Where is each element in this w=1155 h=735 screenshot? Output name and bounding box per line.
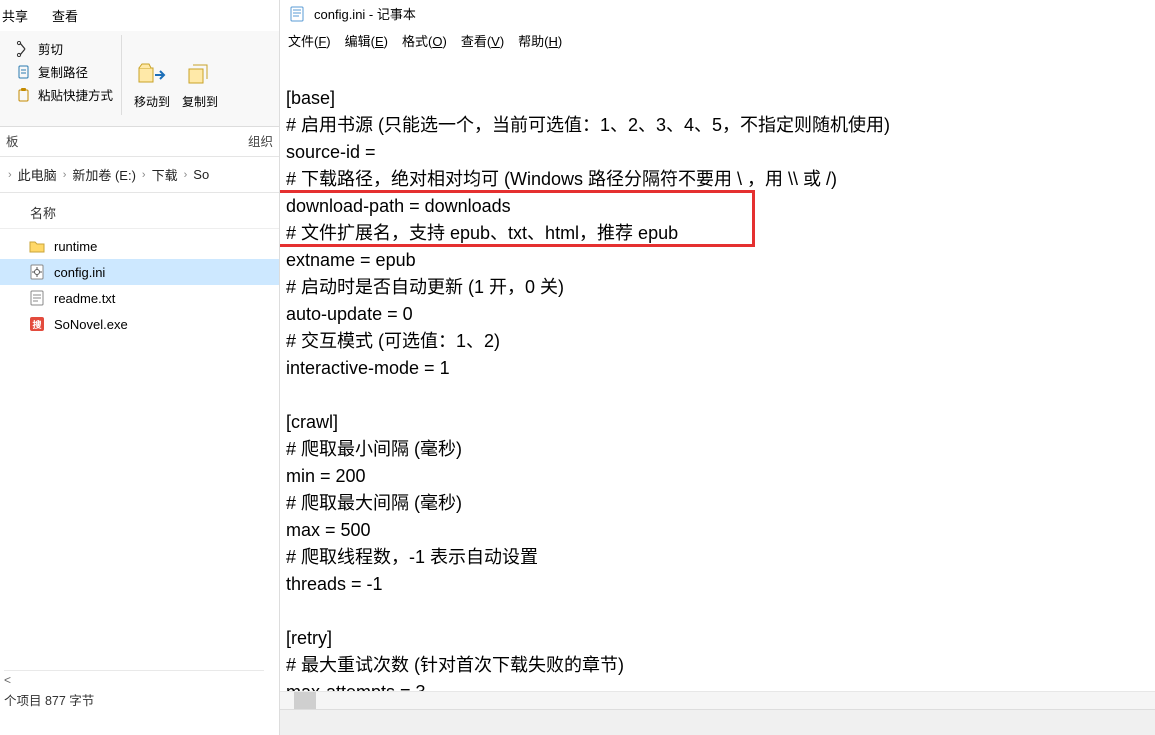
ribbon-tab-share[interactable]: 共享 (2, 6, 28, 25)
notepad-icon (288, 5, 306, 23)
copy-to-button[interactable]: 复制到 (178, 57, 222, 110)
text-line: extname = epub (286, 250, 416, 270)
file-list: runtime config.ini readme.txt 搜 SoNovel.… (0, 229, 279, 337)
column-header-name[interactable]: 名称 (0, 193, 279, 229)
menu-edit[interactable]: 编辑(E) (345, 31, 388, 50)
text-line: interactive-mode = 1 (286, 358, 450, 378)
text-line: # 下载路径，绝对相对均可 (Windows 路径分隔符不要用 \ ，用 \\ … (286, 169, 837, 189)
scrollbar-thumb[interactable] (294, 692, 316, 709)
chevron-right-icon: › (182, 169, 190, 181)
move-to-label: 移动到 (134, 93, 170, 110)
ribbon-separator (121, 35, 122, 115)
svg-text:搜: 搜 (32, 319, 42, 330)
notepad-horizontal-scrollbar[interactable] (280, 691, 1155, 709)
cut-label: 剪切 (38, 39, 63, 58)
text-line: # 启用书源 (只能选一个，当前可选值：1、2、3、4、5，不指定则随机使用) (286, 115, 890, 135)
text-line: # 交互模式 (可选值：1、2) (286, 331, 500, 351)
move-to-icon (135, 57, 169, 91)
file-name: config.ini (54, 265, 105, 280)
paste-shortcut-label: 粘贴快捷方式 (38, 85, 113, 104)
text-line: # 爬取线程数，-1 表示自动设置 (286, 547, 538, 567)
paste-shortcut-button[interactable]: 粘贴快捷方式 (16, 85, 113, 104)
list-item[interactable]: config.ini (0, 259, 279, 285)
text-line: max-attempts = 3 (286, 682, 426, 691)
text-line: threads = -1 (286, 574, 383, 594)
text-line: # 文件扩展名，支持 epub、txt、html，推荐 epub (286, 223, 678, 243)
ribbon-footer: 板 组织 (0, 127, 279, 157)
folder-icon (28, 237, 46, 255)
notepad-textarea[interactable]: [base] # 启用书源 (只能选一个，当前可选值：1、2、3、4、5，不指定… (280, 56, 1155, 691)
chevron-right-icon: › (61, 169, 69, 181)
ribbon-tab-view[interactable]: 查看 (52, 6, 78, 25)
list-item[interactable]: readme.txt (0, 285, 279, 311)
text-line: [crawl] (286, 412, 338, 432)
copy-to-label: 复制到 (182, 93, 218, 110)
ribbon-group-clipboard: 剪切 复制路径 粘贴快捷方式 (0, 35, 119, 126)
ini-file-icon (28, 263, 46, 281)
file-name: runtime (54, 239, 97, 254)
notepad-menubar: 文件(F) 编辑(E) 格式(O) 查看(V) 帮助(H) (280, 27, 1155, 56)
copy-path-label: 复制路径 (38, 62, 88, 81)
ribbon-group-organize: 移动到 复制到 (124, 35, 228, 126)
copy-path-icon (16, 64, 32, 80)
notepad-statusbar (280, 709, 1155, 735)
text-line: max = 500 (286, 520, 371, 540)
scissors-icon (16, 41, 32, 57)
breadcrumb-folder-cut[interactable]: So (193, 167, 209, 182)
text-line: # 启动时是否自动更新 (1 开，0 关) (286, 277, 564, 297)
explorer-status: 个项目 877 字节 (0, 688, 98, 711)
scroll-left-arrow[interactable]: < (4, 673, 11, 687)
file-name: readme.txt (54, 291, 115, 306)
explorer-window: 共享 查看 剪切 复制路径 (0, 0, 280, 735)
breadcrumb-pc[interactable]: 此电脑 (18, 165, 57, 184)
exe-file-icon: 搜 (28, 315, 46, 333)
copy-path-button[interactable]: 复制路径 (16, 62, 113, 81)
menu-file[interactable]: 文件(F) (288, 31, 331, 50)
ribbon: 剪切 复制路径 粘贴快捷方式 (0, 31, 279, 127)
list-item[interactable]: 搜 SoNovel.exe (0, 311, 279, 337)
ribbon-tab-row: 共享 查看 (0, 0, 279, 31)
cut-button[interactable]: 剪切 (16, 39, 113, 58)
text-line: [retry] (286, 628, 332, 648)
text-line: source-id = (286, 142, 376, 162)
copy-to-icon (183, 57, 217, 91)
breadcrumb[interactable]: › 此电脑 › 新加卷 (E:) › 下载 › So (0, 157, 279, 193)
breadcrumb-downloads[interactable]: 下载 (152, 165, 178, 184)
breadcrumb-drive[interactable]: 新加卷 (E:) (72, 165, 136, 184)
menu-help[interactable]: 帮助(H) (518, 31, 562, 50)
text-line: # 爬取最大间隔 (毫秒) (286, 493, 462, 513)
file-name: SoNovel.exe (54, 317, 128, 332)
text-line: download-path = downloads (286, 196, 511, 216)
text-line: min = 200 (286, 466, 366, 486)
notepad-window: config.ini - 记事本 文件(F) 编辑(E) 格式(O) 查看(V)… (280, 0, 1155, 735)
list-item[interactable]: runtime (0, 233, 279, 259)
notepad-title: config.ini - 记事本 (314, 4, 416, 23)
horizontal-scrollbar[interactable]: < (4, 670, 264, 687)
chevron-right-icon: › (140, 169, 148, 181)
text-line: [base] (286, 88, 335, 108)
menu-format[interactable]: 格式(O) (402, 31, 447, 50)
text-line: auto-update = 0 (286, 304, 413, 324)
paste-shortcut-icon (16, 87, 32, 103)
txt-file-icon (28, 289, 46, 307)
ribbon-footer-left: 板 (6, 131, 19, 150)
ribbon-footer-right: 组织 (248, 131, 273, 150)
notepad-titlebar: config.ini - 记事本 (280, 0, 1155, 27)
move-to-button[interactable]: 移动到 (130, 57, 174, 110)
text-line: # 最大重试次数 (针对首次下载失败的章节) (286, 655, 624, 675)
chevron-right-icon: › (6, 169, 14, 181)
menu-view[interactable]: 查看(V) (461, 31, 504, 50)
text-line: # 爬取最小间隔 (毫秒) (286, 439, 462, 459)
